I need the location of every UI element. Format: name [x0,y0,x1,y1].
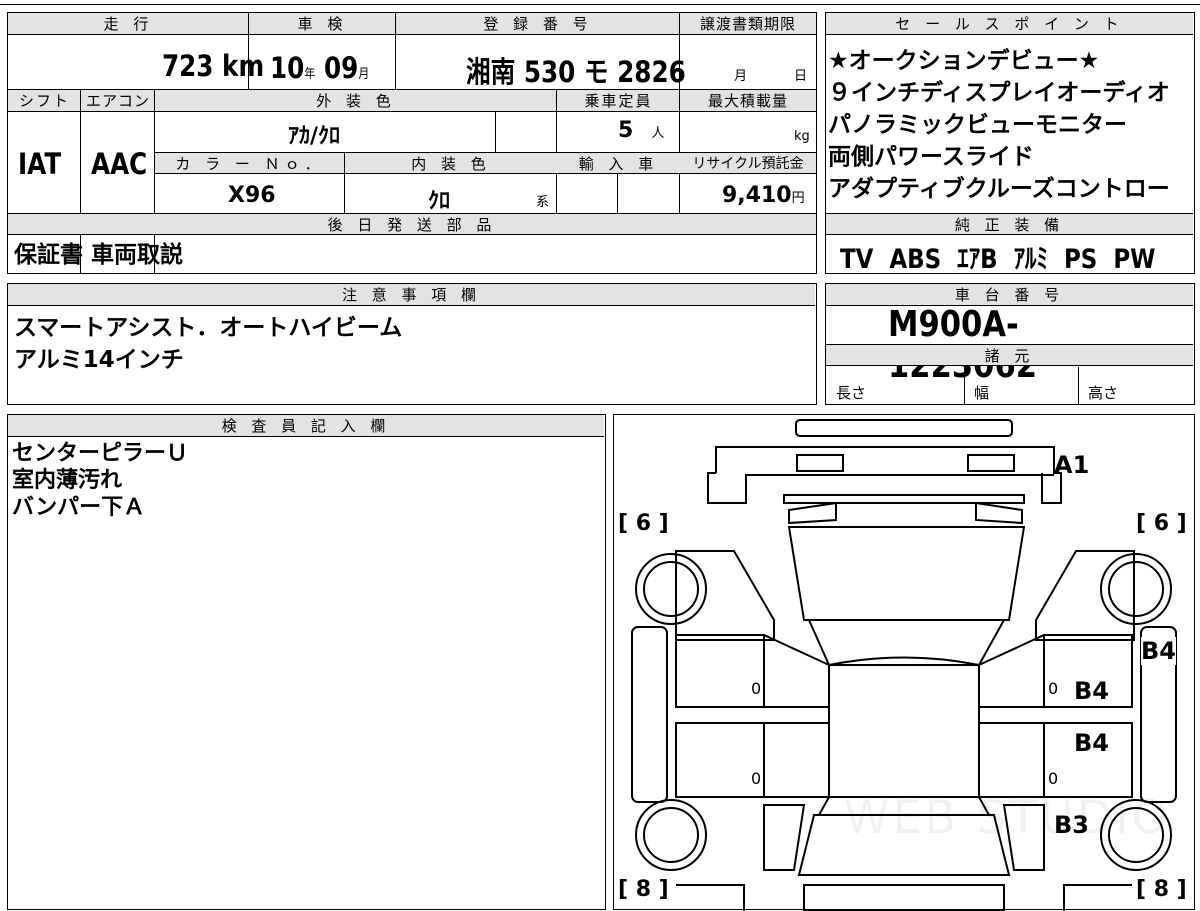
tire-rear-left: [ 8 ] [618,877,669,902]
header-capacity: 乗車定員 [557,90,680,112]
later-parts-value: 保証書 車両取説 [14,242,184,268]
sales-line-2: ９インチディスプレイオーディオ [828,80,1170,106]
zero-right-rear: 0 [1048,769,1059,788]
registration-number: 湘南 530 モ 2826 [466,55,686,89]
spec-length: 長さ [836,384,867,402]
header-mileage: 走 行 [8,13,249,35]
sales-line-3: パノラミックビューモニター [828,112,1127,138]
header-interior-color: 内 装 色 [345,152,557,174]
spec-height: 高さ [1088,384,1119,402]
exterior-color-value: ｱｶ/ｸﾛ [288,124,341,149]
aircon-value: AAC [91,147,148,181]
zero-right-front: 0 [1048,679,1059,698]
header-import: 輸 入 車 [557,152,680,174]
mileage-value: 723 km [162,49,265,83]
spec-width: 幅 [974,384,990,402]
sales-line-4: 両側パワースライド [828,144,1034,170]
top-edge-remnant [0,0,1200,5]
interior-color-suffix: 系 [536,195,550,210]
mark-b3: B3 [1054,811,1089,839]
header-color-no: カ ラ ー Ｎｏ． [155,152,345,174]
header-recycle-fee: リサイクル預託金 [680,152,816,174]
header-max-load: 最大積載量 [680,90,816,112]
inspector-value: センターピラーＵ 室内薄汚れ バンパー下Ａ [12,441,189,520]
header-registration: 登 録 番 号 [396,13,680,35]
equipment-value: TV ABS ｴｱB ｱﾙﾐ PS PW [840,244,1156,275]
interior-color-value: ｸﾛ [428,189,451,214]
tire-front-right: [ 6 ] [1136,511,1187,536]
sales-points-section: セ ー ル ス ポ イ ン ト ★オークションデビュー★ ９インチディスプレイオ… [825,12,1195,275]
header-chassis: 車 台 番 号 [826,284,1193,306]
zero-left-rear: 0 [751,769,762,788]
inspector-section: 検 査 員 記 入 欄 センターピラーＵ 室内薄汚れ バンパー下Ａ [7,414,606,910]
header-transfer-deadline: 譲渡書類期限 [680,13,816,35]
capacity-value: 5人 [618,118,665,143]
header-inspection: 車 検 [249,13,396,35]
header-inspector: 検 査 員 記 入 欄 [8,415,604,437]
header-specs: 諸 元 [826,344,1193,366]
color-no-value: X96 [228,183,276,208]
sales-line-1: ★オークションデビュー★ [828,48,1100,74]
max-load-unit: kg [794,129,810,144]
watermark: WEB STUDIO [844,790,1171,844]
header-later-parts: 後 日 発 送 部 品 [8,213,816,235]
mark-b4-front-door: B4 [1074,677,1109,705]
sales-line-5: アダプティブクルーズコントロー [828,176,1170,202]
tire-rear-right: [ 8 ] [1136,877,1187,902]
mark-b4-rear-door: B4 [1074,729,1109,757]
tire-front-left: [ 6 ] [618,511,669,536]
header-notes: 注 意 事 項 欄 [8,284,815,306]
notes-value: スマートアシスト．オートハイビーム アルミ14インチ [14,315,403,373]
mark-b4-side: B4 [1141,637,1176,665]
header-sales-points: セ ー ル ス ポ イ ン ト [826,13,1193,35]
zero-left-front: 0 [751,679,762,698]
mark-a1: A1 [1054,451,1090,479]
chassis-section: 車 台 番 号 M900A-1223062 諸 元 長さ 幅 高さ [825,283,1195,405]
header-exterior-color: 外 装 色 [155,90,557,112]
deadline-month: 月 [734,69,748,84]
inspection-value: 10年 09月 [270,51,370,85]
header-aircon: エアコン [81,90,155,112]
header-shift: シフト [8,90,81,112]
shift-value: IAT [18,147,62,181]
header-equipment: 純 正 装 備 [826,213,1193,235]
deadline-day: 日 [794,69,808,84]
notes-section: 注 意 事 項 欄 スマートアシスト．オートハイビーム アルミ14インチ [7,283,817,405]
damage-diagram: WEB STUDIO A1 B4 B4 B4 B3 [ 6 ] [ 6 ] [ … [613,414,1195,911]
vehicle-info-table: 走 行 車 検 登 録 番 号 譲渡書類期限 723 km 10年 09月 湘南… [7,12,817,274]
recycle-fee-value: 9,410円 [722,183,805,208]
